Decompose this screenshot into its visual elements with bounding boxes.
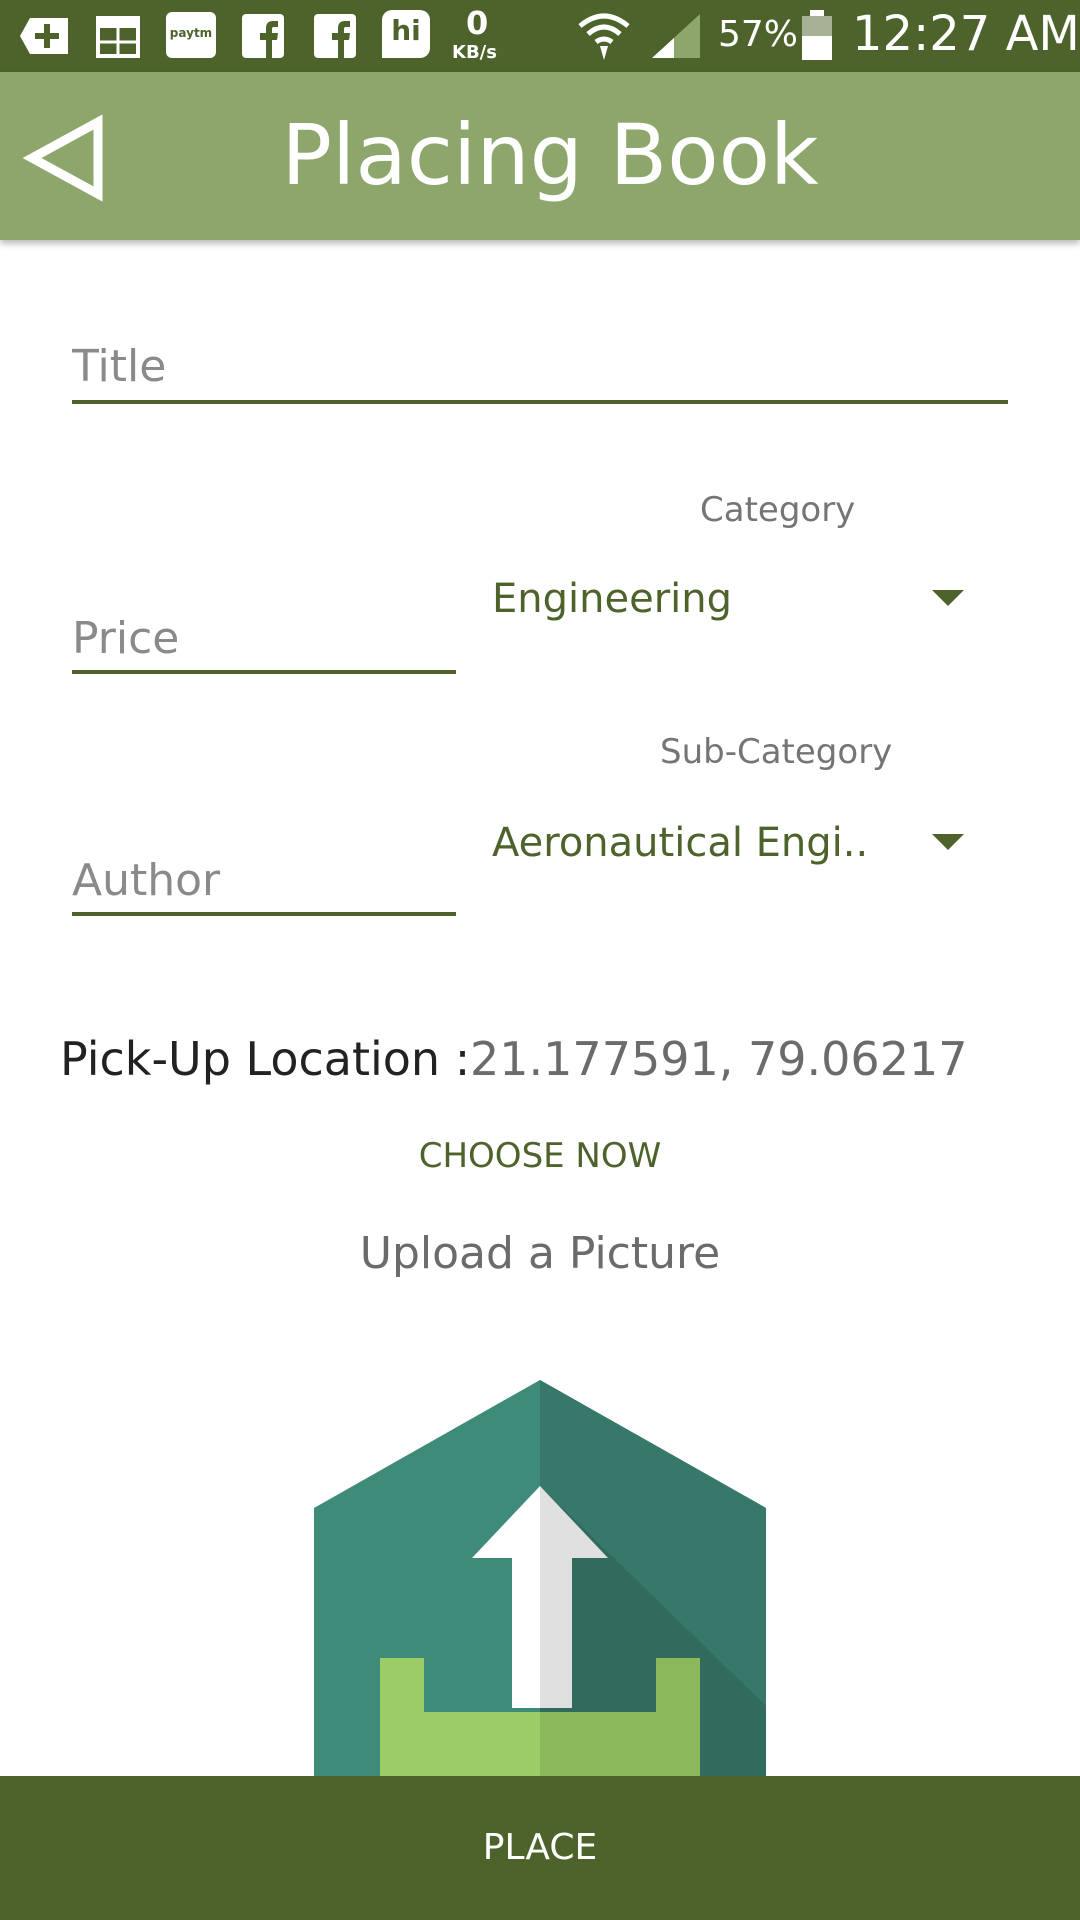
battery-icon: [802, 10, 832, 60]
add-icon: [20, 18, 68, 54]
price-input[interactable]: [72, 608, 456, 668]
category-label: Category: [700, 490, 856, 530]
page-title: Placing Book: [281, 106, 819, 204]
upload-picture-icon[interactable]: [300, 1376, 780, 1776]
subcategory-value: Aeronautical Engi..: [492, 820, 869, 866]
author-underline: [72, 912, 456, 916]
dropdown-arrow-icon: [932, 834, 964, 850]
author-field[interactable]: [72, 850, 456, 916]
price-field[interactable]: [72, 608, 456, 674]
dropdown-arrow-icon: [932, 590, 964, 606]
pickup-location-value: 21.177591, 79.06217: [470, 1032, 968, 1086]
wifi-icon: [578, 13, 630, 60]
data-speed-value: 0: [466, 4, 489, 42]
subcategory-spinner[interactable]: Aeronautical Engi..: [492, 808, 964, 878]
subcategory-label: Sub-Category: [660, 732, 893, 772]
paytm-icon: paytm: [166, 12, 216, 58]
facebook-icon: [242, 14, 284, 58]
title-underline: [72, 400, 1008, 404]
data-speed-unit: KB/s: [452, 42, 497, 63]
place-button[interactable]: PLACE: [0, 1776, 1080, 1920]
clock: 12:27 AM: [852, 6, 1080, 62]
choose-now-button[interactable]: CHOOSE NOW: [340, 1128, 740, 1184]
hike-text: hi: [391, 14, 421, 47]
paytm-text: paytm: [169, 26, 213, 40]
upload-label: Upload a Picture: [359, 1228, 721, 1279]
pickup-location-label: Pick-Up Location :: [60, 1032, 471, 1086]
signal-icon: [652, 14, 700, 58]
category-value: Engineering: [492, 576, 732, 622]
hike-icon: hi: [382, 10, 430, 58]
facebook-icon: [314, 14, 356, 58]
app-bar: Placing Book: [0, 72, 1080, 240]
status-bar: paytm hi 0 KB/s 57% 12:27 AM: [0, 0, 1080, 72]
author-input[interactable]: [72, 850, 456, 910]
table-icon: [96, 16, 140, 58]
title-field[interactable]: [72, 336, 1008, 404]
title-input[interactable]: [72, 336, 1008, 396]
battery-percent: 57%: [718, 14, 799, 55]
price-underline: [72, 670, 456, 674]
category-spinner[interactable]: Engineering: [492, 564, 964, 634]
